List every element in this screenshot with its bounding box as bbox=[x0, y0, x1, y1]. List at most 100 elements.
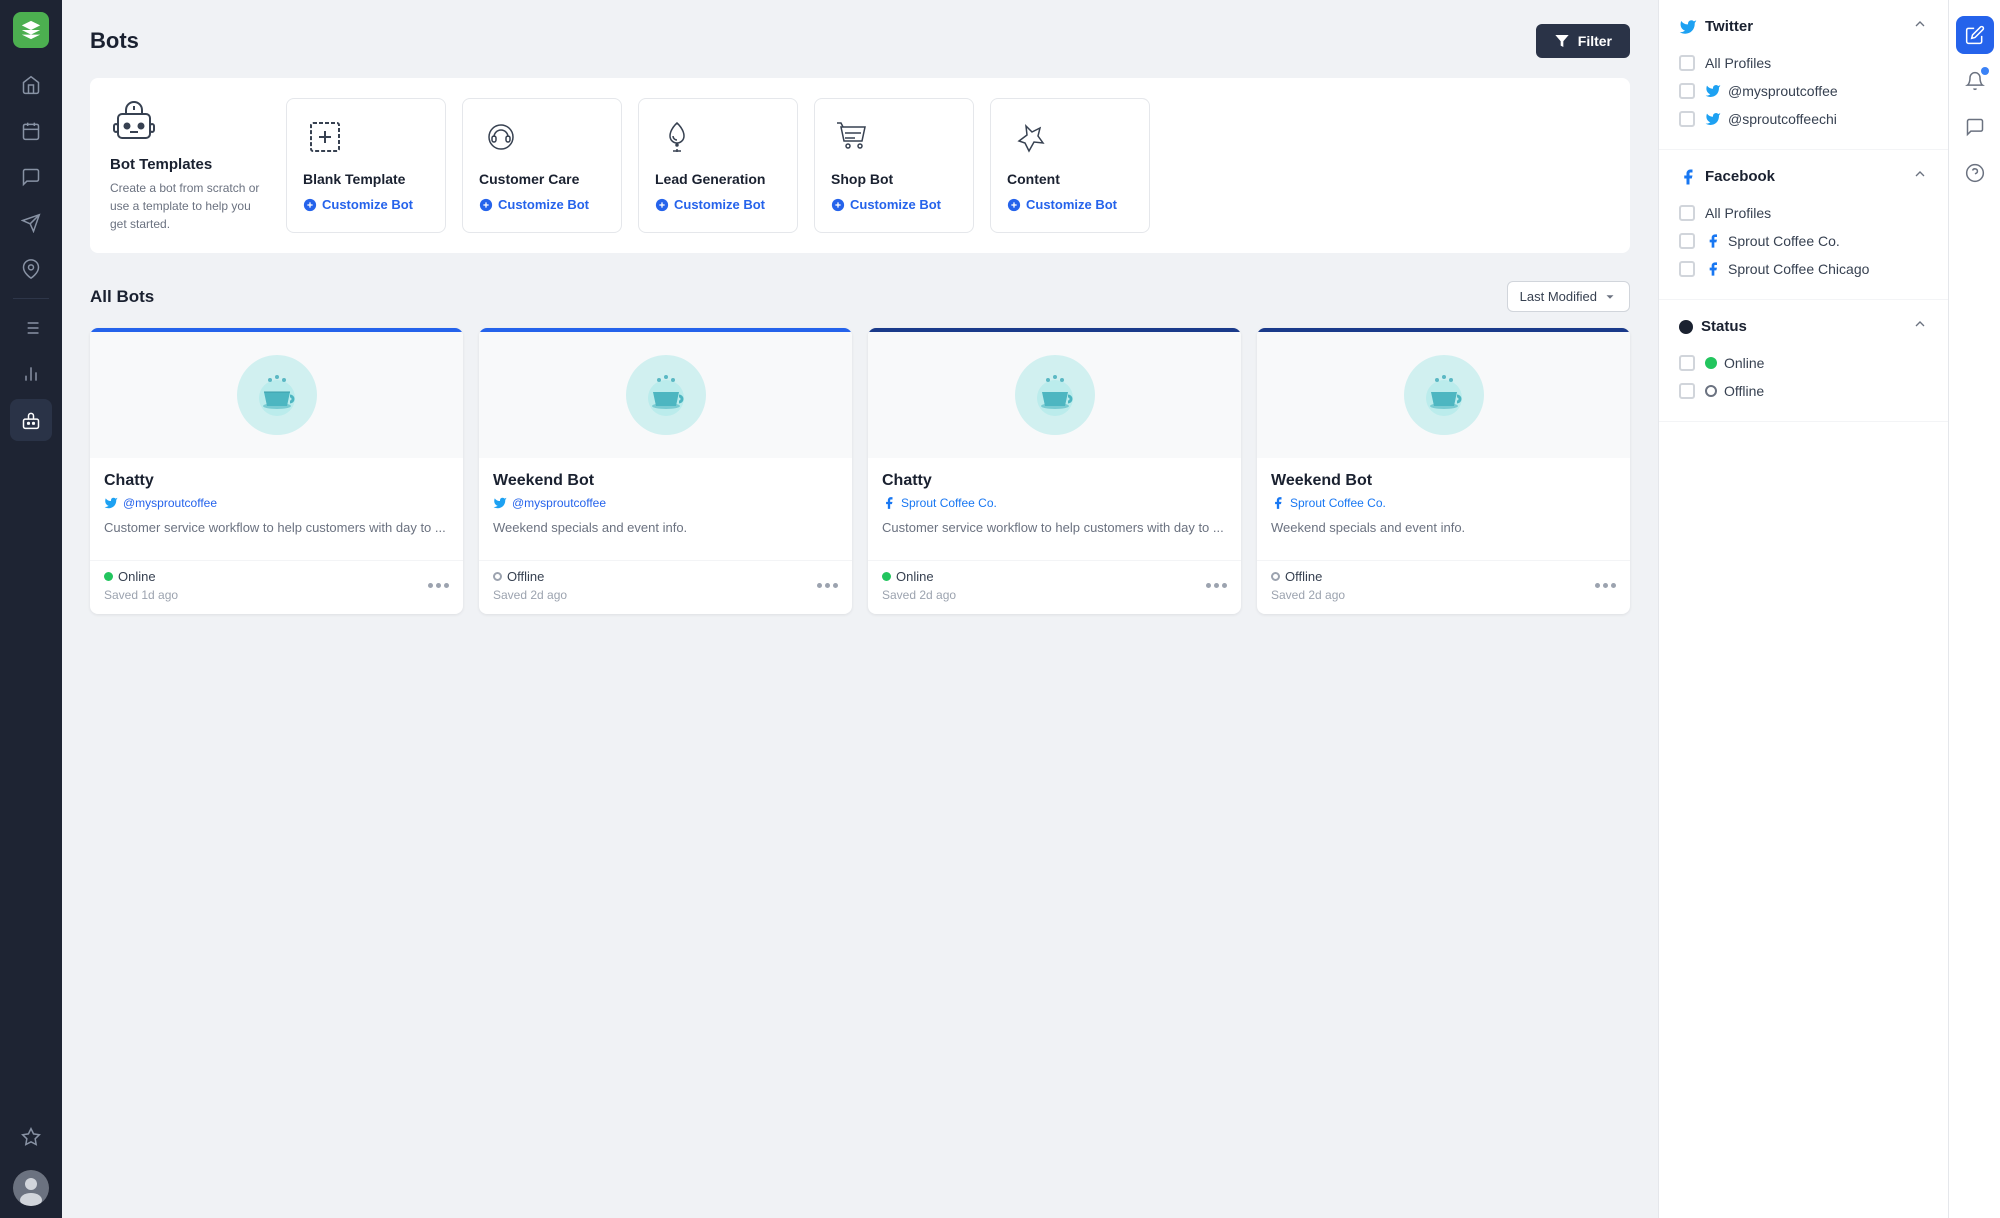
sidebar-item-pin[interactable] bbox=[10, 248, 52, 290]
filter-option-mysproutcoffee[interactable]: @mysproutcoffee bbox=[1679, 77, 1928, 105]
sidebar-item-star[interactable] bbox=[10, 1116, 52, 1158]
coffee-cup-4 bbox=[1404, 355, 1484, 435]
main-content: Bots Filter Bot Templates Crea bbox=[62, 0, 1658, 1218]
filter-option-offline[interactable]: Offline bbox=[1679, 377, 1928, 405]
bot-2-description: Weekend specials and event info. bbox=[493, 518, 838, 538]
notifications-btn[interactable] bbox=[1956, 62, 1994, 100]
content-customize-btn[interactable]: Customize Bot bbox=[1007, 197, 1117, 212]
status-dot-offline-4 bbox=[1271, 572, 1280, 581]
all-bots-header: All Bots Last Modified bbox=[90, 281, 1630, 312]
bot-3-menu[interactable] bbox=[1206, 583, 1227, 588]
filter-checkbox-sproutcoffeechi[interactable] bbox=[1679, 111, 1695, 127]
facebook-filter-section: Facebook All Profiles Sprout Coffee Co. … bbox=[1659, 150, 1948, 300]
bot-card-4-meta: Offline Saved 2d ago bbox=[1257, 560, 1630, 614]
bot-card-2-meta: Offline Saved 2d ago bbox=[479, 560, 852, 614]
facebook-section-header[interactable]: Facebook bbox=[1679, 166, 1928, 187]
twitter-section-header[interactable]: Twitter bbox=[1679, 16, 1928, 37]
status-chevron bbox=[1912, 316, 1928, 337]
bot-templates-icon bbox=[110, 98, 158, 146]
sidebar-divider bbox=[13, 298, 49, 299]
filter-checkbox-online[interactable] bbox=[1679, 355, 1695, 371]
bot-4-description: Weekend specials and event info. bbox=[1271, 518, 1616, 538]
status-dot-offline-2 bbox=[493, 572, 502, 581]
content-icon bbox=[1007, 115, 1051, 159]
logo[interactable] bbox=[13, 12, 49, 48]
blank-template-title: Blank Template bbox=[303, 171, 405, 187]
notification-badge bbox=[1981, 67, 1989, 75]
customer-care-title: Customer Care bbox=[479, 171, 579, 187]
filter-option-sproutcoffeechi[interactable]: @sproutcoffeechi bbox=[1679, 105, 1928, 133]
sidebar-item-analytics[interactable] bbox=[10, 353, 52, 395]
twitter-icon bbox=[1679, 18, 1697, 36]
messages-btn[interactable] bbox=[1956, 108, 1994, 146]
offline-indicator bbox=[1705, 385, 1717, 397]
sort-dropdown[interactable]: Last Modified bbox=[1507, 281, 1630, 312]
twitter-icon-small-2 bbox=[1705, 111, 1721, 127]
sidebar-item-bots[interactable] bbox=[10, 399, 52, 441]
bot-card-2-image bbox=[479, 328, 852, 458]
all-bots-title: All Bots bbox=[90, 287, 154, 307]
bot-1-menu[interactable] bbox=[428, 583, 449, 588]
filter-checkbox-offline[interactable] bbox=[1679, 383, 1695, 399]
help-btn[interactable] bbox=[1956, 154, 1994, 192]
status-icon bbox=[1679, 320, 1693, 334]
filter-checkbox-sprout-coffee-chicago[interactable] bbox=[1679, 261, 1695, 277]
sidebar-item-list[interactable] bbox=[10, 307, 52, 349]
bot-card-4: Weekend Bot Sprout Coffee Co. Weekend sp… bbox=[1257, 328, 1630, 614]
filter-option-sprout-coffee-co[interactable]: Sprout Coffee Co. bbox=[1679, 227, 1928, 255]
template-card-lead-generation: Lead Generation Customize Bot bbox=[638, 98, 798, 233]
coffee-cup-2 bbox=[626, 355, 706, 435]
customer-care-customize-btn[interactable]: Customize Bot bbox=[479, 197, 589, 212]
filter-checkbox-sprout-coffee-co[interactable] bbox=[1679, 233, 1695, 249]
bot-card-2: Weekend Bot @mysproutcoffee Weekend spec… bbox=[479, 328, 852, 614]
bot-1-name: Chatty bbox=[104, 472, 449, 490]
shop-bot-customize-btn[interactable]: Customize Bot bbox=[831, 197, 941, 212]
bot-3-name: Chatty bbox=[882, 472, 1227, 490]
bot-card-3-meta: Online Saved 2d ago bbox=[868, 560, 1241, 614]
compose-btn[interactable] bbox=[1956, 16, 1994, 54]
filter-panel: Twitter All Profiles @mysproutcoffee @sp… bbox=[1658, 0, 1948, 1218]
template-intro-title: Bot Templates bbox=[110, 156, 270, 173]
blank-template-customize-btn[interactable]: Customize Bot bbox=[303, 197, 413, 212]
template-intro-description: Create a bot from scratch or use a templ… bbox=[110, 179, 270, 233]
sidebar-item-calendar[interactable] bbox=[10, 110, 52, 152]
filter-option-online[interactable]: Online bbox=[1679, 349, 1928, 377]
bot-4-profile: Sprout Coffee Co. bbox=[1271, 496, 1616, 510]
filter-option-all-twitter[interactable]: All Profiles bbox=[1679, 49, 1928, 77]
online-indicator bbox=[1705, 357, 1717, 369]
lead-generation-customize-btn[interactable]: Customize Bot bbox=[655, 197, 765, 212]
lead-generation-icon bbox=[655, 115, 699, 159]
facebook-chevron bbox=[1912, 166, 1928, 187]
filter-button[interactable]: Filter bbox=[1536, 24, 1630, 58]
bot-2-menu[interactable] bbox=[817, 583, 838, 588]
bot-1-description: Customer service workflow to help custom… bbox=[104, 518, 449, 538]
sidebar bbox=[0, 0, 62, 1218]
facebook-icon bbox=[1679, 168, 1697, 186]
status-filter-section: Status Online Offline bbox=[1659, 300, 1948, 422]
shop-bot-icon bbox=[831, 115, 875, 159]
status-section-header[interactable]: Status bbox=[1679, 316, 1928, 337]
sidebar-item-publish[interactable] bbox=[10, 202, 52, 244]
template-card-shop-bot: Shop Bot Customize Bot bbox=[814, 98, 974, 233]
bot-4-saved: Saved 2d ago bbox=[1271, 588, 1345, 602]
bot-card-4-image bbox=[1257, 328, 1630, 458]
coffee-cup-3 bbox=[1015, 355, 1095, 435]
bot-4-menu[interactable] bbox=[1595, 583, 1616, 588]
sidebar-item-home[interactable] bbox=[10, 64, 52, 106]
template-card-blank: Blank Template Customize Bot bbox=[286, 98, 446, 233]
status-dot-online-3 bbox=[882, 572, 891, 581]
filter-option-sprout-coffee-chicago[interactable]: Sprout Coffee Chicago bbox=[1679, 255, 1928, 283]
content-title: Content bbox=[1007, 171, 1060, 187]
filter-checkbox-all-twitter[interactable] bbox=[1679, 55, 1695, 71]
user-avatar[interactable] bbox=[13, 1170, 49, 1206]
bot-2-name: Weekend Bot bbox=[493, 472, 838, 490]
sidebar-item-inbox[interactable] bbox=[10, 156, 52, 198]
bot-3-description: Customer service workflow to help custom… bbox=[882, 518, 1227, 538]
facebook-icon-small bbox=[1705, 233, 1721, 249]
filter-checkbox-all-facebook[interactable] bbox=[1679, 205, 1695, 221]
filter-option-all-facebook[interactable]: All Profiles bbox=[1679, 199, 1928, 227]
bot-4-status: Offline bbox=[1271, 569, 1345, 584]
filter-checkbox-mysproutcoffee[interactable] bbox=[1679, 83, 1695, 99]
bot-card-2-body: Weekend Bot @mysproutcoffee Weekend spec… bbox=[479, 458, 852, 560]
template-card-content: Content Customize Bot bbox=[990, 98, 1150, 233]
